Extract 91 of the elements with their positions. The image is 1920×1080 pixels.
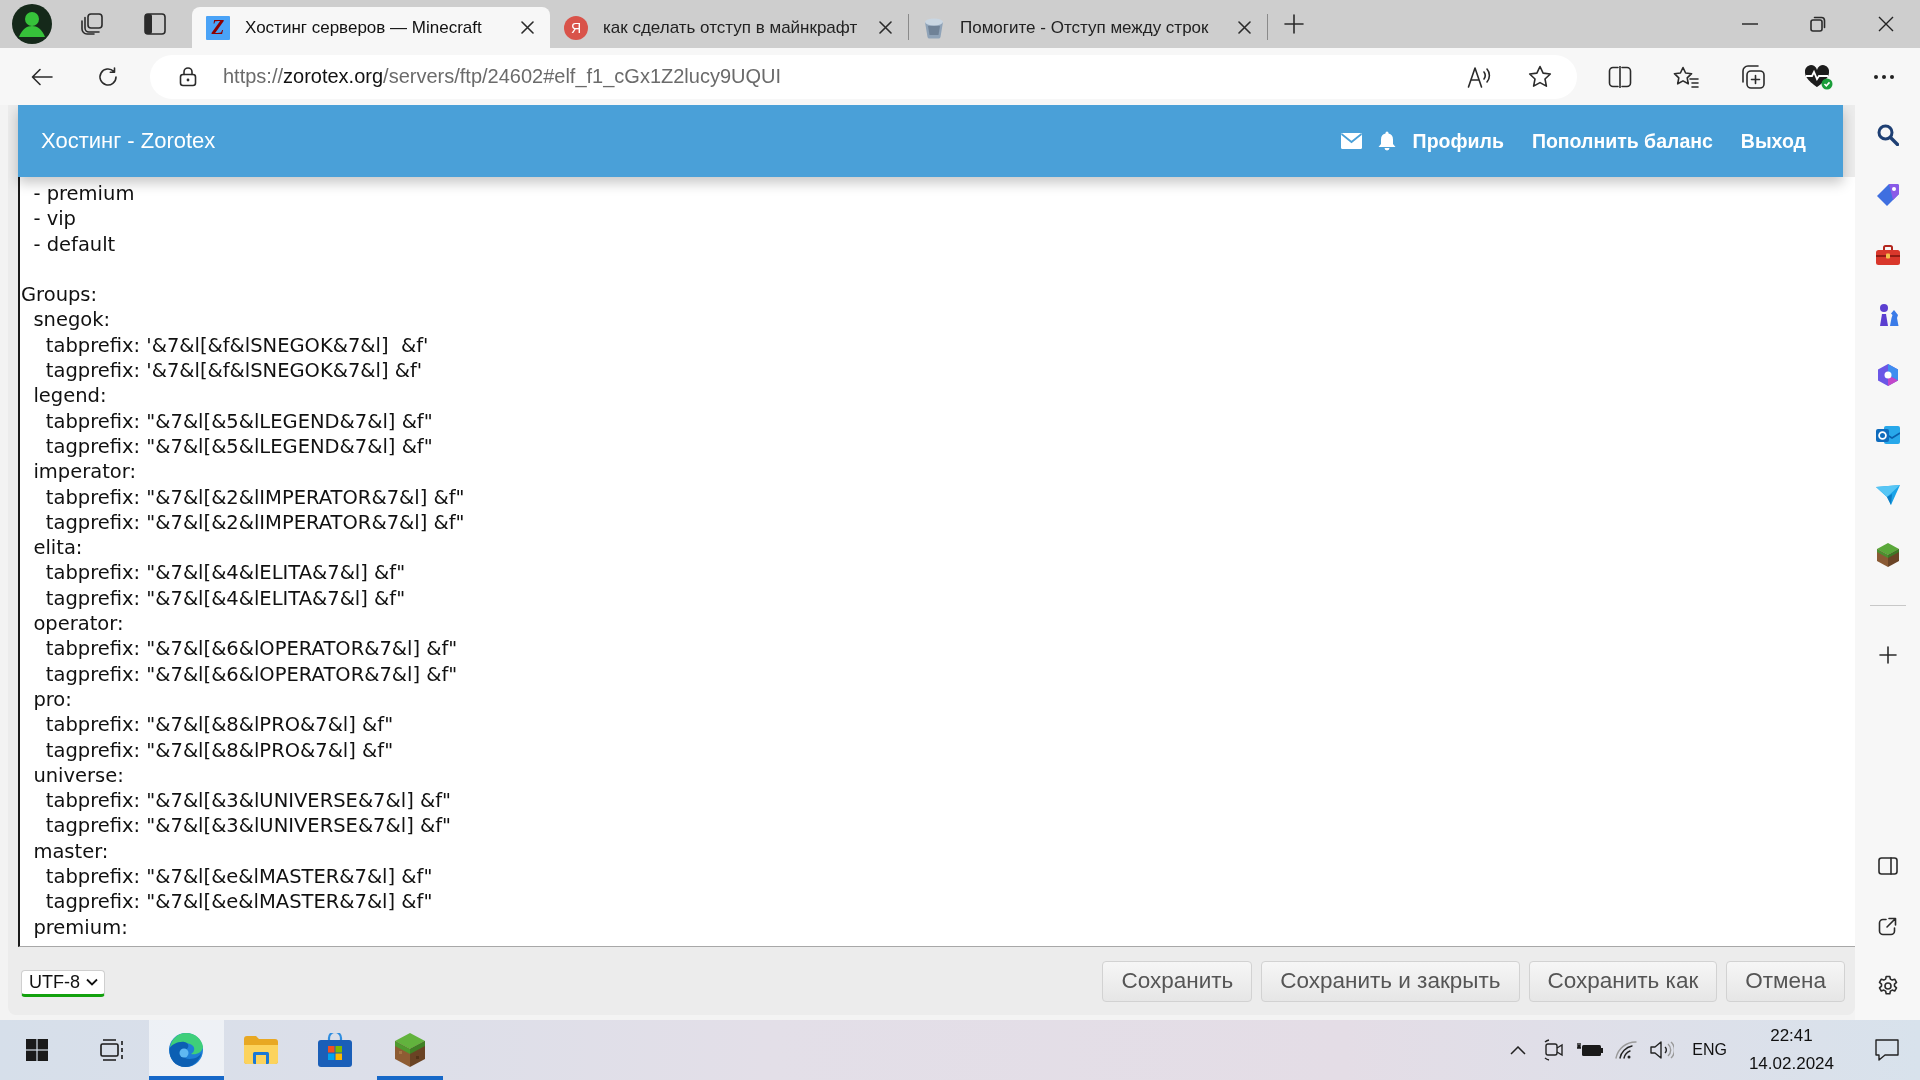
save-and-close-button[interactable]: Сохранить и закрыть [1261,960,1520,1002]
code-line: premium: [33,915,128,939]
grass-block-icon[interactable] [1875,542,1900,568]
code-line: legend: [33,384,107,408]
code-line: tagprefix: "&7&l[&6&lOPERATOR&7&l] &f" [45,662,458,686]
close-icon[interactable] [521,21,534,34]
avatar-icon[interactable] [12,4,52,44]
heart-pulse-icon[interactable] [1803,63,1833,90]
battery-icon[interactable] [1577,1042,1604,1058]
code-line: tagprefix: '&7&l[&f&lSNEGOK&7&l] &f' [45,359,423,383]
site-favicon: Я [564,15,588,40]
code-line: - premium [33,182,135,205]
window-icon[interactable] [144,13,166,35]
hexagon-swirl-icon[interactable] [1875,363,1900,387]
code-line: tabprefix: '&7&l[&f&lSNEGOK&7&l] &f' [45,333,429,357]
taskbar-app-button[interactable] [149,1020,224,1080]
code-line: snegok: [33,308,111,332]
url-text: https://zorotex.org/servers/ftp/24602#elf_f1_cGx1Z2lucy9UQUI [223,65,782,88]
grass-block-icon[interactable] [393,1032,426,1068]
folder-icon[interactable] [243,1036,278,1064]
chevron-down-icon [86,978,98,986]
side-panel-icon[interactable] [1877,857,1898,875]
task-view-icon[interactable] [99,1039,124,1061]
windows-logo-icon[interactable] [26,1039,49,1061]
camera-icon[interactable] [1543,1039,1566,1061]
code-line: tagprefix: "&7&l[&2&lIMPERATOR&7&l] &f" [45,510,465,534]
code-line: tabprefix: "&7&l[&2&lIMPERATOR&7&l] &f" [45,485,465,509]
code-line: tagprefix: "&7&l[&4&lELITA&7&l] &f" [45,586,406,610]
read-aloud-icon[interactable] [1467,65,1493,88]
external-link-icon[interactable] [1878,916,1897,936]
code-line: tabprefix: "&7&l[&e&lMASTER&7&l] &f" [45,865,433,888]
refresh-icon[interactable] [98,66,118,87]
star-icon[interactable] [1528,65,1552,88]
back-icon[interactable] [31,67,53,86]
pail-icon [923,16,945,39]
store-bag-icon[interactable] [318,1033,353,1067]
code-line: elita: [33,536,83,560]
bell-icon[interactable] [1377,131,1396,151]
plus-icon[interactable] [1878,646,1897,664]
stacked-windows-icon[interactable] [81,13,103,35]
plus-icon[interactable] [1284,14,1304,34]
wifi-icon[interactable] [1615,1041,1638,1059]
code-line: tabprefix: "&7&l[&3&lUNIVERSE&7&l] &f" [45,789,451,813]
search-icon[interactable] [1876,124,1899,146]
restore-icon[interactable] [1810,16,1826,32]
lock-icon [179,66,197,87]
encoding-select[interactable]: UTF-8 [21,969,105,997]
volume-icon[interactable] [1650,1040,1675,1060]
browser-tab[interactable]: Помогите - Отступ между строк [909,7,1267,48]
paper-plane-icon[interactable] [1875,485,1900,505]
notification-icon[interactable] [1875,1039,1899,1061]
code-line: tagprefix: "&7&l[&8&lPRO&7&l] &f" [45,738,394,762]
code-line: tabprefix: "&7&l[&6&lOPERATOR&7&l] &f" [45,637,458,661]
code-line: tabprefix: "&7&l[&5&lLEGEND&7&l] &f" [45,409,433,433]
address-bar[interactable]: https://zorotex.org/servers/ftp/24602#elf_f1_cGx1Z2lucy9UQUI [150,54,1577,99]
browser-icon[interactable] [168,1032,205,1068]
close-icon[interactable] [1878,16,1894,32]
code-line: master: [33,839,109,863]
tag-icon[interactable] [1875,183,1900,207]
code-line: tagprefix: "&7&l[&e&lMASTER&7&l] &f" [45,890,433,914]
code-line: - vip [33,207,76,231]
code-line: imperator: [33,460,136,484]
language-indicator[interactable]: ENG [1692,1041,1727,1059]
more-icon[interactable] [1874,74,1894,79]
browser-tab[interactable]: Z Хостинг серверов — Minecraft [192,7,550,48]
code-line: - default [33,232,116,256]
toolbox-icon[interactable] [1875,245,1900,265]
collections-icon[interactable] [1739,63,1765,90]
chevron-up-icon[interactable] [1510,1045,1527,1055]
save-button[interactable]: Сохранить [1102,960,1253,1002]
clock[interactable]: 22:41 14.02.2024 [1748,1022,1834,1078]
close-icon[interactable] [879,21,892,34]
close-icon[interactable] [1238,21,1251,34]
favorites-icon[interactable] [1673,65,1699,88]
code-line: operator: [33,612,124,636]
mail-icon[interactable] [1340,133,1362,149]
split-screen-icon[interactable] [1608,65,1632,88]
site-favicon: Z [206,15,230,40]
browser-tab[interactable]: Я как сделать отступ в майнкрафт [550,7,908,48]
code-line: tagprefix: "&7&l[&3&lUNIVERSE&7&l] &f" [45,814,451,838]
code-line: tagprefix: "&7&l[&5&lLEGEND&7&l] &f" [45,434,433,458]
code-line: tabprefix: "&7&l[&4&lELITA&7&l] &f" [45,561,406,585]
code-line: Groups: [21,283,98,307]
save-as-button[interactable]: Сохранить как [1528,960,1718,1002]
code-line: tabprefix: "&7&l[&8&lPRO&7&l] &f" [45,713,394,737]
code-line: pro: [33,687,72,711]
cancel-button[interactable]: Отмена [1726,960,1845,1002]
mail-app-icon[interactable] [1875,424,1900,446]
code-line: universe: [33,763,124,787]
settings-icon[interactable] [1876,975,1899,997]
text-editor[interactable] [18,177,1855,947]
